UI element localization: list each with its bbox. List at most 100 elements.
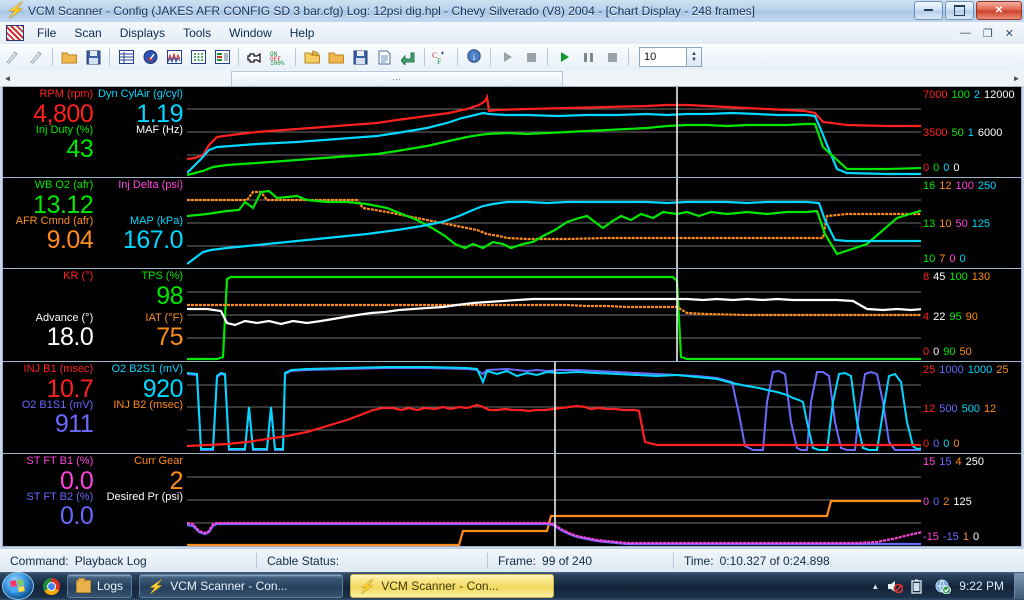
frame-step-input[interactable]: 10 (639, 47, 687, 67)
taskbar-item-label: VCM Scanner - Con... (381, 579, 498, 593)
menu-item-displays[interactable]: Displays (111, 24, 174, 42)
gauge-cluster-icon[interactable] (139, 46, 161, 68)
plot-area-4[interactable] (187, 362, 921, 453)
axis-mid-tps: 95 (949, 311, 961, 323)
gauge-label-rpm: RPM (rpm) (7, 89, 93, 101)
playback-pause-icon[interactable] (577, 46, 599, 68)
mdi-minimize-button[interactable]: — (956, 27, 975, 39)
axis-max-inj-delta: 100 (956, 180, 974, 192)
chrome-icon[interactable] (43, 578, 60, 595)
status-time-value: 0:10.327 of 0:24.898 (720, 554, 830, 568)
show-desktop-button[interactable] (1014, 573, 1024, 599)
playback-play-icon[interactable] (553, 46, 575, 68)
info-icon[interactable]: i (463, 46, 485, 68)
axis-max-desired-pr: 250 (966, 456, 984, 468)
save-icon[interactable] (82, 46, 104, 68)
axis-max-afr-cmnd: 12 (939, 180, 951, 192)
playback-stop-icon[interactable] (601, 46, 623, 68)
dashboard-grid-icon[interactable] (187, 46, 209, 68)
open-log-icon[interactable] (301, 46, 323, 68)
start-button[interactable] (2, 572, 34, 600)
minimize-button[interactable] (914, 1, 943, 20)
report-icon[interactable] (373, 46, 395, 68)
status-cable-label: Cable Status: (267, 554, 339, 568)
record-play-icon[interactable] (496, 46, 518, 68)
export-icon[interactable] (397, 46, 419, 68)
gauge-label-wb-o2: WB O2 (afr) (7, 180, 93, 192)
plot-svg-1 (187, 87, 921, 177)
close-button[interactable]: ✕ (976, 1, 1022, 20)
axis-max-wb-o2: 16 (923, 180, 935, 192)
clock[interactable]: 9:22 PM (959, 579, 1004, 593)
plot-area-5[interactable] (187, 454, 921, 546)
menu-item-file[interactable]: File (28, 24, 65, 42)
menu-item-window[interactable]: Window (220, 24, 281, 42)
engine-light-icon[interactable] (244, 46, 266, 68)
dtc-percent-icon[interactable]: ONOFF100% (268, 46, 290, 68)
axis-min-curr-gear: 1 (963, 531, 969, 543)
volume-muted-icon[interactable] (887, 579, 903, 594)
gauge-value-inj-duty: 43 (7, 136, 93, 162)
chart-panel-5[interactable]: ST FT B1 (%) 0.0 Curr Gear 2 ST FT B2 (%… (2, 453, 1022, 547)
axis-mid-stft-b2: 0 (933, 496, 939, 508)
battery-icon[interactable] (911, 579, 927, 594)
status-command-value: Playback Log (75, 554, 147, 568)
new-config-icon[interactable] (1, 46, 23, 68)
taskbar-item-vcm-scanner-2[interactable]: ⚡ VCM Scanner - Con... (350, 574, 554, 598)
axis-mid-iat: 90 (966, 311, 978, 323)
folder-open-icon[interactable] (325, 46, 347, 68)
horizontal-scrollbar[interactable]: ◄ ⋯ ► (0, 70, 1024, 87)
menu-item-tools[interactable]: Tools (174, 24, 220, 42)
network-icon[interactable] (935, 579, 951, 594)
axis-min-inj-b2: 0 (953, 438, 959, 450)
window-controls: ✕ (914, 1, 1022, 20)
plot-area-1[interactable] (187, 87, 921, 177)
frame-step-spinner[interactable]: ▲▼ (687, 47, 702, 67)
menu-bar: File Scan Displays Tools Window Help — ❐… (0, 22, 1024, 45)
axis-min-kr: 0 (923, 346, 929, 358)
data-list-icon[interactable] (211, 46, 233, 68)
axis-mid-map: 125 (972, 218, 990, 230)
units-convert-icon[interactable]: CF (430, 46, 452, 68)
axis-min-tps: 90 (943, 346, 955, 358)
taskbar-item-vcm-scanner-1[interactable]: ⚡ VCM Scanner - Con... (139, 574, 343, 598)
taskbar-item-logs[interactable]: Logs (67, 574, 132, 598)
plot-area-2[interactable] (187, 178, 921, 268)
scroll-thumb[interactable]: ⋯ (231, 71, 563, 87)
gauge-label-curr-gear: Curr Gear (97, 456, 183, 468)
menu-item-scan[interactable]: Scan (65, 24, 110, 42)
axis-max-stft-b2: 15 (939, 456, 951, 468)
plot-svg-3 (187, 269, 921, 361)
gauge-value-tps: 98 (97, 283, 183, 309)
gauge-label-o2-b2s1: O2 B2S1 (mV) (97, 364, 183, 376)
status-command-label: Command: (10, 554, 69, 568)
open-folder-icon[interactable] (58, 46, 80, 68)
mdi-restore-button[interactable]: ❐ (979, 27, 997, 40)
svg-text:100%: 100% (270, 60, 285, 65)
table-view-icon[interactable] (115, 46, 137, 68)
chart-panel-1[interactable]: RPM (rpm) 4,800 Dyn CylAir (g/cyl) 1.19 … (2, 86, 1022, 178)
chart-display-icon[interactable] (163, 46, 185, 68)
restore-button[interactable] (945, 1, 974, 20)
scroll-left-arrow[interactable]: ◄ (0, 71, 15, 86)
scroll-right-arrow[interactable]: ► (1009, 71, 1024, 86)
open-config-icon[interactable] (25, 46, 47, 68)
plot-area-3[interactable] (187, 269, 921, 361)
toolbar-separator (238, 48, 239, 66)
axis-group-1: 7000 100 2 12000 3500 50 1 6000 0 0 0 0 (921, 87, 1021, 177)
axis-max-kr: 8 (923, 271, 929, 283)
series-iat (187, 305, 921, 315)
record-stop-icon[interactable] (520, 46, 542, 68)
chart-panel-2[interactable]: WB O2 (afr) 13.12 Inj Delta (psi) AFR Cm… (2, 177, 1022, 269)
scroll-track[interactable]: ⋯ (15, 71, 1009, 85)
taskbar: Logs ⚡ VCM Scanner - Con... ⚡ VCM Scanne… (0, 572, 1024, 600)
chart-panel-3[interactable]: KR (°) TPS (%) 98 Advance (°) 18.0 IAT (… (2, 268, 1022, 362)
chart-panel-4[interactable]: INJ B1 (msec) 10.7 O2 B2S1 (mV) 920 O2 B… (2, 361, 1022, 454)
tray-expand-icon[interactable]: ▲ (871, 582, 879, 591)
axis-mid-stft-b1: 0 (923, 496, 929, 508)
toolbar-separator (457, 48, 458, 66)
mdi-close-button[interactable]: ✕ (1001, 27, 1018, 40)
axis-mid-o2-b2s1: 500 (962, 403, 980, 415)
menu-item-help[interactable]: Help (281, 24, 324, 42)
save-log-icon[interactable] (349, 46, 371, 68)
